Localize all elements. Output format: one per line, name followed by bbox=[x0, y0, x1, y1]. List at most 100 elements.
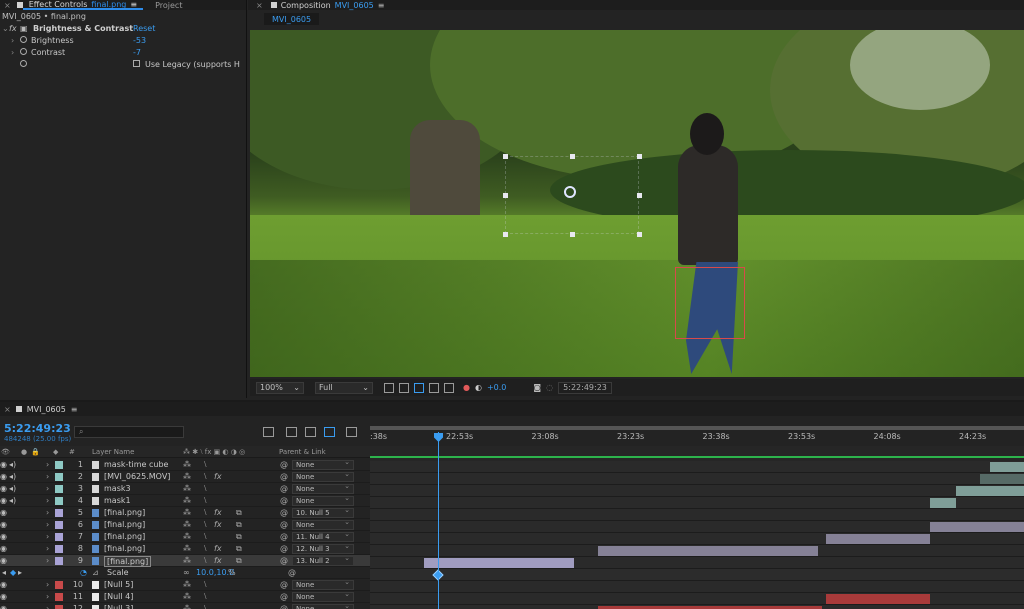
label-column-icon[interactable]: ◆ bbox=[53, 448, 58, 456]
layer-name-column[interactable]: Layer Name bbox=[92, 448, 134, 456]
label-color-swatch[interactable] bbox=[55, 461, 63, 469]
layer-duration-bar[interactable] bbox=[930, 498, 956, 508]
label-color-swatch[interactable] bbox=[55, 509, 63, 517]
chevron-right-icon[interactable]: › bbox=[46, 580, 49, 589]
chevron-right-icon[interactable]: › bbox=[46, 604, 49, 609]
grid-guides-icon[interactable] bbox=[429, 382, 439, 393]
layer-name[interactable]: mask1 bbox=[104, 496, 131, 505]
audio-icon[interactable]: ◂) bbox=[9, 496, 16, 505]
stopwatch-icon[interactable]: ◔ bbox=[80, 568, 87, 577]
layer-row[interactable]: ◉ › 10 [Null 5] ⁂ ⧵ @ None bbox=[0, 578, 370, 591]
chevron-right-icon[interactable]: › bbox=[46, 460, 49, 469]
pick-whip-icon[interactable]: @ bbox=[280, 496, 288, 505]
eye-icon[interactable]: ◉ bbox=[0, 580, 7, 589]
parent-dropdown[interactable]: None bbox=[292, 602, 354, 609]
eye-column-icon[interactable]: 👁 bbox=[1, 448, 10, 456]
layer-duration-bar[interactable] bbox=[598, 546, 818, 556]
eye-icon[interactable]: ◉ bbox=[0, 592, 7, 601]
layer-track[interactable] bbox=[370, 545, 1024, 557]
eye-icon[interactable]: ◉ bbox=[0, 544, 7, 553]
chevron-right-icon[interactable]: › bbox=[46, 556, 49, 565]
tab-project[interactable]: Project bbox=[149, 0, 188, 10]
eye-icon[interactable]: ◉ bbox=[0, 484, 7, 493]
motion-blur-icon[interactable]: ⧉ bbox=[236, 532, 242, 542]
layer-name[interactable]: [MVI_0625.MOV] bbox=[104, 472, 170, 481]
chevron-right-icon[interactable]: › bbox=[11, 36, 14, 45]
scale-property-row[interactable]: ◂ ◆ ▸ ◔ ⊿ Scale ∞ 10.0,10.0 % @ bbox=[0, 567, 370, 579]
shy-icon[interactable]: ⁂ bbox=[183, 460, 191, 469]
tab-effect-controls[interactable]: Effect Controls final.png ≡ bbox=[22, 0, 144, 10]
layer-duration-bar[interactable] bbox=[980, 474, 1024, 484]
chevron-right-icon[interactable]: › bbox=[11, 48, 14, 57]
layer-name[interactable]: [final.png] bbox=[104, 508, 145, 517]
current-time[interactable]: 5:22:49:23 bbox=[4, 422, 71, 435]
pick-whip-icon[interactable]: @ bbox=[280, 508, 288, 517]
shy-icon[interactable]: ⁂ bbox=[183, 556, 191, 565]
shy-icon[interactable]: ⁂ bbox=[183, 520, 191, 529]
chevron-down-icon[interactable]: ⌄ bbox=[2, 24, 9, 33]
eye-icon[interactable]: ◉ bbox=[0, 496, 7, 505]
quality-icon[interactable]: ⧵ bbox=[204, 472, 207, 482]
motion-blur-icon[interactable]: ⧉ bbox=[236, 508, 242, 518]
zoom-dropdown[interactable]: 100% ⌄ bbox=[256, 381, 304, 394]
layer-row[interactable]: ◉ › 8 [final.png] ⁂ ⧵ fx ⧉ @ 12. Null 3 bbox=[0, 542, 370, 555]
chevron-right-icon[interactable]: ▸ bbox=[18, 568, 22, 577]
label-color-swatch[interactable] bbox=[55, 485, 63, 493]
graph-editor-icon[interactable] bbox=[346, 427, 357, 437]
camera-icon[interactable]: ◙ bbox=[533, 383, 541, 392]
layer-name[interactable]: [Null 3] bbox=[104, 604, 133, 609]
layer-name[interactable]: [final.png] bbox=[104, 556, 152, 567]
layer-row[interactable]: ◉ › 6 [final.png] ⁂ ⧵ fx ⧉ @ None bbox=[0, 518, 370, 531]
quality-icon[interactable]: ⧵ bbox=[204, 532, 207, 542]
lock-column-icon[interactable]: 🔒 bbox=[31, 448, 40, 456]
eye-icon[interactable]: ◉ bbox=[0, 556, 7, 565]
label-color-swatch[interactable] bbox=[55, 557, 63, 565]
layer-track[interactable] bbox=[370, 521, 1024, 533]
chevron-right-icon[interactable]: › bbox=[46, 472, 49, 481]
pick-whip-icon[interactable]: @ bbox=[280, 592, 288, 601]
layer-row[interactable]: ◉ ◂) › 4 mask1 ⁂ ⧵ @ None bbox=[0, 494, 370, 507]
parent-dropdown[interactable]: None bbox=[292, 578, 354, 590]
layer-track[interactable] bbox=[370, 557, 1024, 569]
parent-dropdown[interactable]: None bbox=[292, 458, 354, 470]
color-channels-icon[interactable]: ● bbox=[463, 383, 470, 392]
reset-link[interactable]: Reset bbox=[133, 24, 155, 33]
layer-duration-bar[interactable] bbox=[826, 534, 930, 544]
layer-duration-bar[interactable] bbox=[930, 522, 1024, 532]
layer-track[interactable] bbox=[370, 581, 1024, 593]
shy-icon[interactable]: ⁂ bbox=[183, 592, 191, 601]
label-color-swatch[interactable] bbox=[55, 605, 63, 609]
constrain-proportions-icon[interactable]: ∞ bbox=[183, 568, 190, 577]
label-color-swatch[interactable] bbox=[55, 497, 63, 505]
layer-row[interactable]: ◉ ◂) › 2 [MVI_0625.MOV] ⁂ ⧵ fx @ None bbox=[0, 470, 370, 483]
exposure-reset-icon[interactable]: ◐ bbox=[475, 383, 482, 392]
mask-bounding-box[interactable] bbox=[675, 267, 745, 339]
chevron-right-icon[interactable]: › bbox=[46, 544, 49, 553]
composition-tab-name[interactable]: MVI_0605 bbox=[335, 1, 374, 10]
composition-tab-label[interactable]: Composition bbox=[281, 1, 331, 10]
shy-icon[interactable]: ⁂ bbox=[183, 508, 191, 517]
transform-handle[interactable] bbox=[570, 154, 575, 159]
label-color-swatch[interactable] bbox=[55, 545, 63, 553]
time-ruler[interactable]: :38s 22:53s 23:08s 23:23s 23:38s 23:53s 24:08s… bbox=[370, 416, 1024, 446]
motion-blur-icon[interactable] bbox=[324, 427, 335, 437]
quality-icon[interactable]: ⧵ bbox=[204, 544, 207, 554]
shy-icon[interactable]: ⁂ bbox=[183, 532, 191, 541]
layer-name[interactable]: [final.png] bbox=[104, 544, 145, 553]
pick-whip-icon[interactable]: @ bbox=[280, 484, 288, 493]
transform-handle[interactable] bbox=[637, 154, 642, 159]
parent-dropdown[interactable]: None bbox=[292, 482, 354, 494]
label-color-swatch[interactable] bbox=[55, 521, 63, 529]
brightness-value[interactable]: -53 bbox=[133, 36, 146, 45]
quality-icon[interactable]: ⧵ bbox=[204, 496, 207, 506]
playhead-line[interactable] bbox=[438, 432, 439, 609]
fx-icon[interactable]: fx bbox=[9, 24, 17, 33]
quality-icon[interactable]: ⧵ bbox=[204, 508, 207, 518]
fx-icon[interactable]: fx bbox=[214, 556, 222, 565]
fx-icon[interactable]: fx bbox=[214, 508, 222, 517]
parent-link-column[interactable]: Parent & Link bbox=[279, 448, 326, 456]
label-color-swatch[interactable] bbox=[55, 581, 63, 589]
layer-duration-bar[interactable] bbox=[956, 486, 1024, 496]
layer-row[interactable]: ◉ › 12 [Null 3] ⁂ ⧵ @ None bbox=[0, 602, 370, 609]
number-column[interactable]: # bbox=[69, 448, 75, 456]
